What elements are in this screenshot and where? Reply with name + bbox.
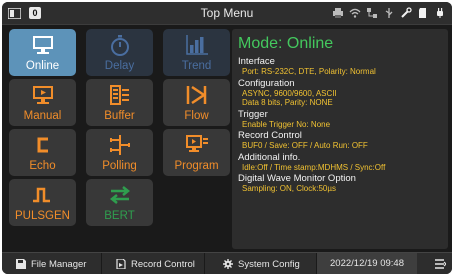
usb-icon [383, 7, 395, 19]
flow-icon [163, 84, 230, 107]
program-icon [163, 134, 230, 157]
tile-echo[interactable]: Echo [9, 129, 76, 176]
section-heading: Trigger [238, 108, 268, 120]
tile-program[interactable]: Program [163, 129, 230, 176]
side-menu-icon[interactable] [435, 258, 446, 270]
section-value: ASYNC, 9600/9600, ASCII [242, 88, 337, 98]
tile-label: Polling [102, 160, 137, 172]
tile-label: Echo [29, 160, 56, 172]
tools-icon [400, 7, 412, 19]
section-heading: Additional info. [238, 151, 301, 163]
pulse-icon [9, 184, 76, 207]
info-section-wave-monitor: Digital Wave Monitor Option Sampling: ON… [238, 173, 448, 194]
tile-label: Trend [181, 60, 212, 72]
file-manager-button[interactable]: File Manager [2, 253, 102, 274]
section-value: BUF0 / Save: OFF / Auto Run: OFF [242, 141, 368, 150]
echo-icon [9, 134, 76, 157]
info-section-trigger: Trigger Enable Trigger No: None [238, 109, 448, 130]
record-control-label: Record Control [131, 258, 195, 270]
info-section-interface: Interface Port: RS-232C, DTE, Polarity: … [238, 56, 448, 77]
stopwatch-icon [86, 34, 153, 57]
system-config-button[interactable]: System Config [205, 253, 317, 274]
record-control-button[interactable]: Record Control [102, 253, 205, 274]
tile-label: Program [174, 160, 219, 172]
tile-label: PULSGEN [15, 210, 70, 222]
section-heading: Configuration [238, 77, 295, 89]
section-heading: Record Control [238, 130, 302, 141]
mode-title: Mode: Online [238, 35, 334, 52]
bottom-toolbar: File Manager Record Control System Confi… [2, 252, 452, 274]
polling-icon [86, 134, 153, 157]
tile-label: Online [25, 60, 60, 72]
network-icon [366, 7, 378, 19]
info-section-additional: Additional info. Idle:Off / Time stamp:M… [238, 152, 448, 173]
tile-online[interactable]: Online [9, 29, 76, 76]
file-manager-label: File Manager [31, 258, 87, 270]
tile-pulsgen[interactable]: PULSGEN [9, 179, 76, 226]
bert-arrows-icon [86, 184, 153, 207]
section-value: Sampling: ON, Clock:50µs [242, 184, 336, 193]
tile-label: Flow [184, 110, 209, 122]
tile-delay[interactable]: Delay [86, 29, 153, 76]
tile-label: Buffer [104, 110, 135, 122]
section-heading: Digital Wave Monitor Option [238, 173, 356, 184]
wifi-icon [349, 7, 361, 19]
manual-screen-icon [9, 84, 76, 107]
tile-flow[interactable]: Flow [163, 79, 230, 126]
tile-bert[interactable]: BERT [86, 179, 153, 226]
section-value: Port: RS-232C, DTE, Polarity: Normal [242, 67, 376, 76]
tile-label: BERT [104, 210, 135, 222]
tile-manual[interactable]: Manual [9, 79, 76, 126]
device-screen: 0 Top Menu Online Delay Trend Manual Buf… [2, 2, 452, 274]
buffer-icon [86, 84, 153, 107]
system-config-label: System Config [238, 258, 300, 270]
monitor-icon [9, 34, 76, 57]
save-disk-icon [16, 259, 26, 269]
tile-label: Delay [104, 60, 135, 72]
status-icons [332, 7, 446, 19]
title-bar: 0 Top Menu [2, 2, 452, 25]
section-value: Idle:Off / Time stamp:MDHMS / Sync:Off [242, 162, 386, 172]
section-value: Data 8 bits, Parity: NONE [242, 98, 333, 107]
record-file-icon [116, 259, 126, 269]
printer-icon [332, 7, 344, 19]
tile-trend[interactable]: Trend [163, 29, 230, 76]
gear-icon [223, 259, 233, 269]
tile-buffer[interactable]: Buffer [86, 79, 153, 126]
info-section-record-control: Record Control BUF0 / Save: OFF / Auto R… [238, 130, 448, 151]
tile-polling[interactable]: Polling [86, 129, 153, 176]
section-value: Enable Trigger No: None [242, 119, 331, 129]
info-panel: Mode: Online Interface Port: RS-232C, DT… [232, 29, 448, 249]
info-section-configuration: Configuration ASYNC, 9600/9600, ASCII Da… [238, 78, 448, 108]
power-plug-icon [434, 7, 446, 19]
bar-chart-icon [163, 34, 230, 57]
tile-label: Manual [23, 110, 62, 122]
section-heading: Interface [238, 56, 275, 67]
datetime-display: 2022/12/19 09:48 [317, 253, 417, 274]
sd-card-icon [417, 7, 429, 19]
